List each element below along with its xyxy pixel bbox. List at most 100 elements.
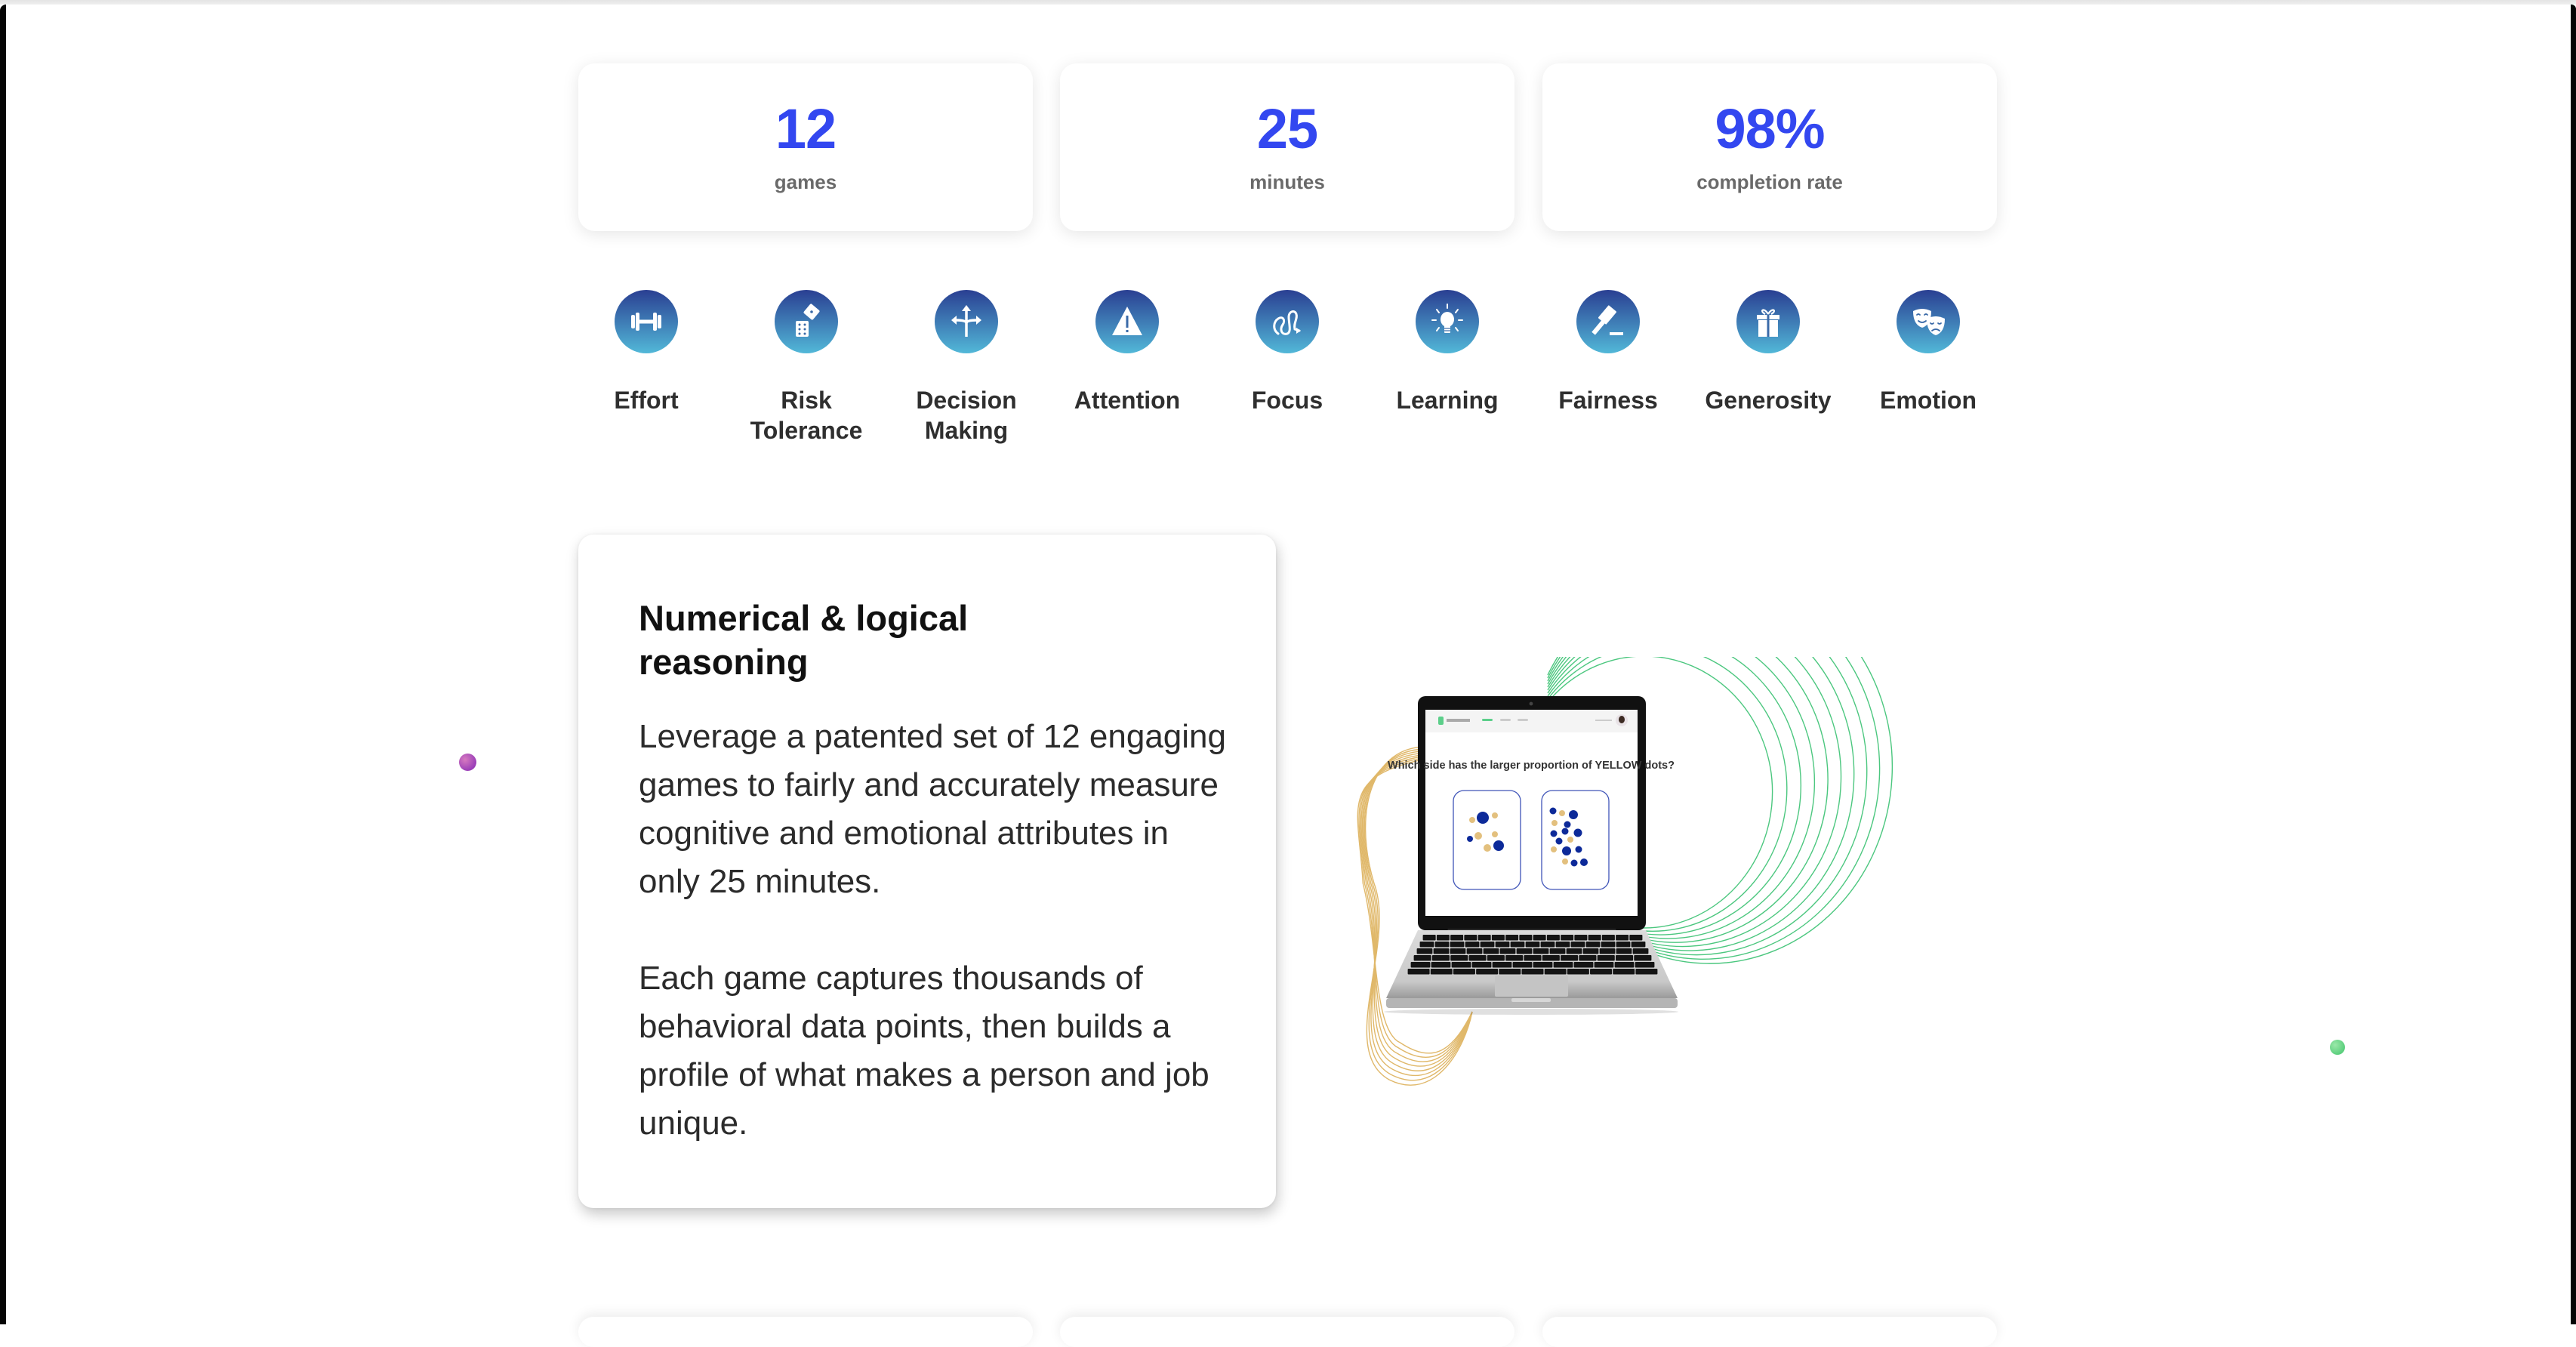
screen-left-panel[interactable] — [1453, 790, 1521, 890]
blue-dot — [1493, 840, 1504, 851]
dumbbell-icon — [615, 290, 678, 353]
attribute-fairness: Fairness — [1529, 290, 1687, 415]
keyboard-key — [1413, 955, 1431, 961]
reasoning-card: Numerical & logical reasoning Leverage a… — [578, 535, 1276, 1208]
keyboard-key — [1561, 955, 1579, 961]
keyboard-key — [1450, 948, 1466, 954]
yellow-dot — [1551, 846, 1557, 852]
gavel-icon — [1576, 290, 1640, 353]
blue-dot — [1575, 846, 1582, 853]
keyboard-key — [1555, 942, 1570, 948]
keyboard-key — [1616, 948, 1632, 954]
screen-app-name-placeholder — [1447, 719, 1470, 722]
keyboard-key — [1450, 935, 1464, 941]
window-left-border — [0, 5, 6, 1324]
screen-right-panel[interactable] — [1541, 790, 1610, 890]
blue-dot — [1573, 828, 1582, 837]
attribute-attention: Attention — [1048, 290, 1206, 415]
stat-label: minutes — [1249, 171, 1325, 193]
keyboard-key — [1466, 948, 1483, 954]
keyboard-key — [1588, 935, 1601, 941]
keyboard-key — [1614, 962, 1635, 968]
keyboard-key — [1433, 948, 1450, 954]
keyboard-key — [1549, 948, 1566, 954]
keyboard-key — [1491, 935, 1505, 941]
yellow-dot — [1551, 820, 1558, 826]
window-right-border — [2571, 5, 2576, 1324]
keyboard-key — [1450, 955, 1468, 961]
keyboard-key — [1540, 942, 1555, 948]
keyboard-key — [1542, 955, 1560, 961]
keyboard-key — [1629, 935, 1643, 941]
keyboard-key — [1483, 948, 1499, 954]
blue-dot — [1561, 828, 1569, 835]
keyboard-key — [1631, 942, 1646, 948]
keyboard-key — [1471, 962, 1492, 968]
next-section-card — [1060, 1317, 1514, 1347]
keyboard-key — [1601, 935, 1615, 941]
keyboard-key — [1579, 955, 1597, 961]
screen-nav-item — [1518, 719, 1528, 721]
keyboard-key — [1487, 955, 1505, 961]
yellow-dot — [1567, 837, 1573, 843]
keyboard-key — [1431, 955, 1450, 961]
keyboard-key — [1561, 935, 1574, 941]
keyboard-key — [1582, 948, 1599, 954]
screen-question: Which side has the larger proportion of … — [1388, 760, 1675, 772]
keyboard-key — [1616, 942, 1631, 948]
keyboard-key — [1533, 962, 1553, 968]
stat-card-completion-rate: 98% completion rate — [1542, 63, 1997, 231]
keyboard-key — [1634, 955, 1652, 961]
keyboard-key — [1616, 935, 1629, 941]
keyboard-key — [1524, 955, 1542, 961]
blue-dot — [1549, 807, 1557, 815]
keyboard-key — [1553, 962, 1573, 968]
attribute-label: Focus — [1251, 387, 1323, 414]
keyboard-key — [1464, 935, 1478, 941]
next-section-card — [578, 1317, 1033, 1347]
keyboard-key — [1499, 969, 1521, 975]
keyboard-key — [1525, 942, 1540, 948]
attribute-label: Risk Tolerance — [750, 387, 863, 444]
reasoning-paragraph: Leverage a patented set of 12 engaging g… — [639, 718, 1226, 900]
keyboard-key — [1422, 935, 1436, 941]
stat-card-games: 12 games — [578, 63, 1033, 231]
keyboard-key — [1419, 942, 1434, 948]
browser-top-edge — [0, 0, 2576, 5]
keyboard-key — [1430, 969, 1453, 975]
warning-triangle-icon — [1095, 290, 1159, 353]
keyboard-key — [1516, 948, 1533, 954]
keyboard-key — [1601, 942, 1616, 948]
blue-dot — [1477, 812, 1489, 824]
keyboard-key — [1635, 962, 1655, 968]
keyboard-key — [1519, 935, 1533, 941]
stat-value: 98% — [1715, 97, 1825, 160]
keyboard-key — [1499, 948, 1516, 954]
blue-dot — [1580, 858, 1588, 866]
keyboard-key — [1478, 935, 1491, 941]
keyboard-key — [1632, 948, 1649, 954]
keyboard-key — [1573, 962, 1594, 968]
laptop-illustration: Which side has the larger proportion of … — [1357, 657, 1893, 1086]
keyboard-key — [1567, 969, 1589, 975]
split-arrows-icon — [935, 290, 998, 353]
attribute-label: Effort — [614, 387, 679, 414]
keyboard-key — [1436, 935, 1450, 941]
keyboard-key — [1465, 942, 1480, 948]
keyboard-key — [1431, 962, 1451, 968]
yellow-dot — [1559, 810, 1565, 816]
stat-value: 25 — [1256, 97, 1318, 160]
keyboard-key — [1574, 935, 1588, 941]
keyboard-key — [1505, 955, 1524, 961]
stat-label: completion rate — [1696, 171, 1843, 193]
reasoning-paragraph: Each game captures thousands of behavior… — [639, 960, 1209, 1142]
keyboard-key — [1615, 955, 1634, 961]
keyboard-key — [1468, 955, 1487, 961]
keyboard-key — [1585, 942, 1601, 948]
blue-dot — [1569, 810, 1578, 819]
keyboard-key — [1635, 969, 1658, 975]
yellow-dot — [1469, 817, 1475, 823]
keyboard-key — [1570, 942, 1585, 948]
keyboard-key — [1505, 935, 1519, 941]
stat-card-minutes: 25 minutes — [1060, 63, 1514, 231]
